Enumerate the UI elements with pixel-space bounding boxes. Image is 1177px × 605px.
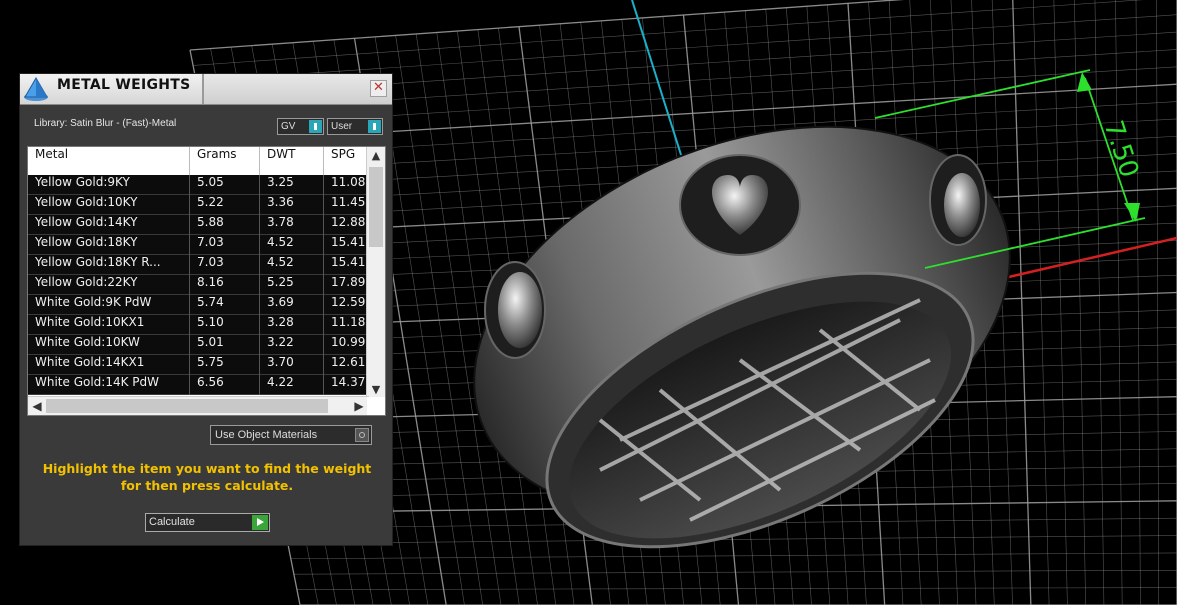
grid-line xyxy=(1156,0,1160,605)
user-toggle-label: User xyxy=(331,121,353,132)
column-header-grams[interactable]: Grams xyxy=(190,147,260,175)
metal-weights-panel: METAL WEIGHTS ✕ Library: Satin Blur - (F… xyxy=(19,73,393,546)
cell-dwt: 5.25 xyxy=(260,275,324,295)
cell-dwt: 4.22 xyxy=(260,375,324,395)
cell-dwt: 4.52 xyxy=(260,235,324,255)
cell-metal: Yellow Gold:10KY xyxy=(28,195,190,215)
table-row[interactable]: Yellow Gold:14KY 5.88 3.78 12.88 xyxy=(28,215,374,235)
cell-grams: 8.16 xyxy=(190,275,260,295)
cell-dwt: 3.22 xyxy=(260,335,324,355)
cell-dwt: 3.25 xyxy=(260,175,324,195)
cell-grams: 5.22 xyxy=(190,195,260,215)
table-row[interactable]: Yellow Gold:10KY 5.22 3.36 11.45 xyxy=(28,195,374,215)
cell-metal: Yellow Gold:18KY R... xyxy=(28,255,190,275)
calculate-button[interactable]: Calculate xyxy=(145,513,270,532)
table-row[interactable]: Yellow Gold:18KY 7.03 4.52 15.41 xyxy=(28,235,374,255)
pyramid-icon xyxy=(22,76,50,102)
cell-grams: 5.88 xyxy=(190,215,260,235)
radio-indicator-icon xyxy=(355,428,369,442)
cell-metal: White Gold:14K PdW xyxy=(28,375,190,395)
table-row[interactable]: Yellow Gold:18KY R... 7.03 4.52 15.41 xyxy=(28,255,374,275)
grid-line xyxy=(1012,0,1032,605)
cell-metal: White Gold:10KX1 xyxy=(28,315,190,335)
grid-line xyxy=(1033,0,1050,605)
grid-line xyxy=(196,14,1177,82)
cell-grams: 5.10 xyxy=(190,315,260,335)
chevron-right-icon[interactable]: ▶ xyxy=(350,397,368,415)
use-object-materials-label: Use Object Materials xyxy=(215,429,318,441)
table-row[interactable]: White Gold:10KW 5.01 3.22 10.99 xyxy=(28,335,374,355)
cell-metal: Yellow Gold:18KY xyxy=(28,235,190,255)
toggle-indicator-icon xyxy=(309,120,322,133)
instruction-text: Highlight the item you want to find the … xyxy=(42,461,372,493)
table-row[interactable]: White Gold:14K PdW 6.56 4.22 14.37 xyxy=(28,375,374,395)
metals-table[interactable]: Metal Grams DWT SPG Yellow Gold:9KY 5.05 3… xyxy=(27,146,386,416)
horizontal-scrollbar[interactable]: ◀ ▶ xyxy=(28,396,369,415)
cell-dwt: 3.36 xyxy=(260,195,324,215)
library-label: Library: Satin Blur - (Fast)-Metal xyxy=(34,118,177,129)
cell-grams: 5.01 xyxy=(190,335,260,355)
calculate-label: Calculate xyxy=(149,516,195,528)
table-row[interactable]: Yellow Gold:9KY 5.05 3.25 11.08 xyxy=(28,175,374,195)
column-header-metal[interactable]: Metal xyxy=(28,147,190,175)
grid-line xyxy=(1115,0,1123,605)
table-row[interactable]: White Gold:10KX1 5.10 3.28 11.18 xyxy=(28,315,374,335)
table-row[interactable]: White Gold:14KX1 5.75 3.70 12.61 xyxy=(28,355,374,375)
cell-dwt: 4.52 xyxy=(260,255,324,275)
cell-dwt: 3.28 xyxy=(260,315,324,335)
cell-metal: White Gold:10KW xyxy=(28,335,190,355)
grid-line xyxy=(1135,0,1141,605)
chevron-up-icon[interactable]: ▲ xyxy=(367,147,385,165)
panel-title: METAL WEIGHTS xyxy=(57,77,191,93)
close-icon[interactable]: ✕ xyxy=(370,80,387,97)
scrollbar-thumb[interactable] xyxy=(369,167,383,247)
scrollbar-corner xyxy=(367,397,385,415)
cell-grams: 5.75 xyxy=(190,355,260,375)
cell-grams: 7.03 xyxy=(190,235,260,255)
grid-line xyxy=(1094,0,1105,605)
cell-metal: Yellow Gold:9KY xyxy=(28,175,190,195)
play-icon xyxy=(252,515,268,530)
cell-dwt: 3.70 xyxy=(260,355,324,375)
gv-toggle[interactable]: GV xyxy=(277,118,324,135)
cell-grams: 5.74 xyxy=(190,295,260,315)
user-toggle[interactable]: User xyxy=(327,118,383,135)
cell-dwt: 3.78 xyxy=(260,215,324,235)
table-header: Metal Grams DWT SPG xyxy=(28,147,374,175)
cell-metal: White Gold:14KX1 xyxy=(28,355,190,375)
panel-titlebar[interactable]: METAL WEIGHTS ✕ xyxy=(20,74,392,105)
cell-grams: 5.05 xyxy=(190,175,260,195)
cell-metal: Yellow Gold:14KY xyxy=(28,215,190,235)
table-row[interactable]: White Gold:9K PdW 5.74 3.69 12.59 xyxy=(28,295,374,315)
column-header-dwt[interactable]: DWT xyxy=(260,147,324,175)
toggle-indicator-icon xyxy=(368,120,381,133)
panel-title-tab: METAL WEIGHTS xyxy=(20,74,204,104)
cell-metal: White Gold:9K PdW xyxy=(28,295,190,315)
gv-toggle-label: GV xyxy=(281,121,296,132)
use-object-materials-toggle[interactable]: Use Object Materials xyxy=(210,425,372,445)
cell-grams: 6.56 xyxy=(190,375,260,395)
vertical-scrollbar[interactable]: ▲ ▼ xyxy=(366,147,385,399)
cell-dwt: 3.69 xyxy=(260,295,324,315)
chevron-left-icon[interactable]: ◀ xyxy=(28,397,46,415)
table-row[interactable]: Yellow Gold:22KY 8.16 5.25 17.89 xyxy=(28,275,374,295)
cell-grams: 7.03 xyxy=(190,255,260,275)
library-row: Library: Satin Blur - (Fast)-Metal GV Us… xyxy=(20,114,392,136)
scrollbar-thumb[interactable] xyxy=(46,399,328,413)
cell-metal: Yellow Gold:22KY xyxy=(28,275,190,295)
